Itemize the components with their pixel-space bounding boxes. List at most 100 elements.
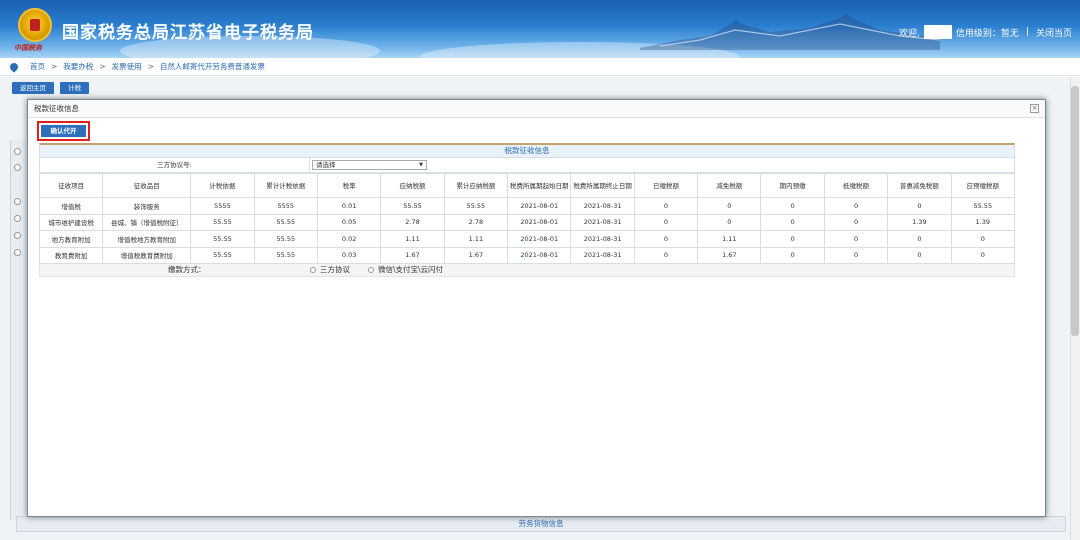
table-cell: 2.78 bbox=[380, 213, 445, 231]
calculate-tax-button[interactable]: 计税 bbox=[60, 82, 89, 94]
agreement-select-value: 请选择 bbox=[316, 161, 336, 169]
table-cell: 0 bbox=[633, 197, 699, 215]
background-radio[interactable] bbox=[14, 148, 21, 155]
table-cell: 0 bbox=[633, 213, 699, 231]
table-cell: 2021-08-31 bbox=[570, 213, 635, 231]
table-cell: 0 bbox=[887, 246, 952, 264]
table-cell: 教育费附加 bbox=[38, 246, 104, 264]
page-scrollbar-thumb[interactable] bbox=[1071, 86, 1079, 336]
column-header: 应预缴税额 bbox=[950, 173, 1016, 198]
column-header: 征收项目 bbox=[38, 173, 104, 198]
column-header: 已缴税额 bbox=[633, 173, 699, 198]
table-cell: 0 bbox=[697, 213, 762, 231]
site-title: 国家税务总局江苏省电子税务局 bbox=[62, 23, 314, 43]
table-cell: 2021-08-01 bbox=[507, 230, 572, 248]
background-radio[interactable] bbox=[14, 249, 21, 256]
tax-table: 征收项目 征收品目 计税依据 累计计税依据 税率 应纳税额 累计应纳税额 税费所… bbox=[38, 173, 1016, 264]
emblem-text: 中国税务 bbox=[14, 44, 42, 52]
table-cell: 2021-08-31 bbox=[570, 230, 635, 248]
table-cell: 0 bbox=[823, 197, 889, 215]
radio-icon[interactable] bbox=[368, 267, 374, 273]
payment-option-mobile-pay[interactable]: 微信\支付宝\云闪付 bbox=[368, 264, 443, 276]
table-cell: 1.67 bbox=[380, 246, 445, 264]
close-page-link[interactable]: 关闭当页 bbox=[1036, 26, 1072, 39]
table-cell: 55.55 bbox=[190, 246, 255, 264]
column-header: 普惠减免税额 bbox=[887, 173, 952, 198]
table-cell: 1.39 bbox=[887, 213, 952, 231]
column-header: 应纳税额 bbox=[380, 173, 445, 198]
column-header: 征收品目 bbox=[102, 173, 192, 198]
dialog-header: 税款征收信息 × bbox=[28, 100, 1045, 118]
payment-option-label: 微信\支付宝\云闪付 bbox=[378, 265, 444, 274]
table-cell: 增值税 bbox=[38, 197, 104, 215]
table-cell: 增值税教育费附加 bbox=[102, 246, 192, 264]
agreement-label: 三方协议号: bbox=[40, 158, 310, 172]
payment-option-tripartite[interactable]: 三方协议 bbox=[310, 264, 350, 276]
table-cell: 0 bbox=[760, 230, 825, 248]
table-cell: 0.03 bbox=[316, 246, 382, 264]
site-header: 中国税务 国家税务总局江苏省电子税务局 欢迎, 信用级别：暂无 | 关闭当页 bbox=[0, 0, 1080, 58]
service-goods-info-section: 劳务货物信息 bbox=[16, 516, 1066, 532]
breadcrumb-tax-handling[interactable]: 我要办税 bbox=[63, 61, 93, 72]
table-cell: 1.11 bbox=[380, 230, 445, 248]
breadcrumb-arrow: > bbox=[51, 62, 58, 71]
table-cell: 地方教育附加 bbox=[38, 230, 104, 248]
background-radio[interactable] bbox=[14, 215, 21, 222]
table-cell: 55.55 bbox=[253, 213, 318, 231]
table-cell: 0 bbox=[633, 230, 699, 248]
tax-info-panel: 税款征收信息 三方协议号: 请选择 ▼ 征收项目 征收品目 计税依据 累计计税依… bbox=[38, 143, 1016, 277]
credit-level-text: 信用级别：暂无 bbox=[955, 28, 1019, 39]
column-header: 累计应纳税额 bbox=[443, 173, 509, 198]
table-cell: 县城、镇（增值税附征） bbox=[102, 213, 192, 231]
table-cell: 55.55 bbox=[253, 246, 318, 264]
table-cell: 0 bbox=[887, 230, 952, 248]
column-header: 税率 bbox=[316, 173, 382, 198]
background-side-panel bbox=[10, 140, 26, 520]
top-links: 欢迎, 信用级别：暂无 | 关闭当页 bbox=[899, 25, 1072, 39]
table-cell: 1.39 bbox=[950, 213, 1016, 231]
table-cell: 55.55 bbox=[380, 197, 445, 215]
table-cell: 0 bbox=[887, 197, 952, 215]
table-cell: 0 bbox=[823, 230, 889, 248]
column-header: 税费所属期起始日期 bbox=[507, 173, 572, 198]
breadcrumb-invoice-use[interactable]: 发票使用 bbox=[112, 61, 142, 72]
table-row: 教育费附加 增值税教育费附加 55.55 55.55 0.03 1.67 1.6… bbox=[38, 246, 1016, 264]
agreement-select[interactable]: 请选择 ▼ bbox=[312, 160, 427, 170]
payment-option-label: 三方协议 bbox=[320, 265, 350, 274]
table-cell: 55.55 bbox=[950, 197, 1016, 215]
table-cell: 55.55 bbox=[443, 197, 509, 215]
table-cell: 装饰服务 bbox=[102, 197, 192, 215]
table-cell: 2021-08-31 bbox=[570, 246, 635, 264]
column-header: 减免税额 bbox=[697, 173, 762, 198]
background-radio[interactable] bbox=[14, 232, 21, 239]
table-cell: 5555 bbox=[253, 197, 318, 215]
close-icon[interactable]: × bbox=[1030, 104, 1039, 113]
table-cell: 0.01 bbox=[316, 197, 382, 215]
breadcrumb-current-page: 自然人邮寄代开劳务费普通发票 bbox=[159, 62, 265, 71]
breadcrumb-arrow: > bbox=[147, 62, 154, 71]
username-redacted bbox=[923, 25, 952, 39]
background-toolbar: 返回主页 计税 bbox=[12, 82, 89, 94]
table-cell: 0 bbox=[697, 197, 762, 215]
table-cell: 0 bbox=[760, 197, 825, 215]
radio-icon[interactable] bbox=[310, 267, 316, 273]
great-wall-decoration bbox=[640, 14, 940, 50]
table-cell: 0.02 bbox=[316, 230, 382, 248]
breadcrumb-home[interactable]: 首页 bbox=[30, 61, 45, 72]
location-pin-icon bbox=[8, 60, 20, 73]
table-cell: 2021-08-31 bbox=[570, 197, 635, 215]
background-radio[interactable] bbox=[14, 164, 21, 171]
table-cell: 0 bbox=[823, 213, 889, 231]
back-home-button[interactable]: 返回主页 bbox=[12, 82, 54, 94]
table-cell: 增值税地方教育附加 bbox=[102, 230, 192, 248]
background-radio[interactable] bbox=[14, 198, 21, 205]
tax-collection-dialog: 税款征收信息 × 确认代开 税款征收信息 三方协议号: 请选择 ▼ 征收项目 征… bbox=[27, 99, 1046, 517]
table-cell: 2.78 bbox=[443, 213, 509, 231]
table-cell: 1.11 bbox=[697, 230, 762, 248]
table-cell: 0 bbox=[950, 246, 1016, 264]
breadcrumb-arrow: > bbox=[99, 62, 106, 71]
confirm-issue-button[interactable]: 确认代开 bbox=[41, 125, 86, 137]
table-cell: 城市维护建设税 bbox=[38, 213, 104, 231]
table-cell: 1.67 bbox=[443, 246, 509, 264]
table-cell: 55.55 bbox=[253, 230, 318, 248]
